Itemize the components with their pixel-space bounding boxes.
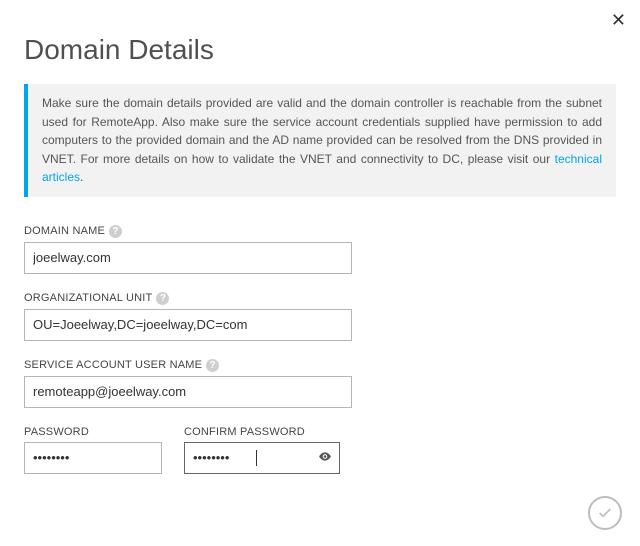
info-text: Make sure the domain details provided ar…: [42, 96, 602, 166]
field-ou: ORGANIZATIONAL UNIT ?: [24, 292, 616, 341]
confirm-password-input[interactable]: [184, 442, 340, 474]
close-icon[interactable]: ✕: [611, 10, 626, 31]
service-account-input[interactable]: [24, 376, 352, 408]
reveal-password-icon[interactable]: [318, 449, 332, 466]
info-text-tail: .: [80, 170, 83, 184]
field-service-account: SERVICE ACCOUNT USER NAME ?: [24, 359, 616, 408]
domain-name-input[interactable]: [24, 242, 352, 274]
info-banner: Make sure the domain details provided ar…: [24, 84, 616, 197]
confirm-password-label: CONFIRM PASSWORD: [184, 426, 305, 438]
domain-name-label: DOMAIN NAME: [24, 225, 105, 237]
help-icon[interactable]: ?: [156, 292, 169, 305]
field-confirm-password: CONFIRM PASSWORD: [184, 426, 340, 474]
text-caret: [256, 450, 257, 466]
check-icon: [597, 505, 613, 521]
password-row: PASSWORD CONFIRM PASSWORD: [24, 426, 616, 492]
ok-button[interactable]: [588, 496, 622, 530]
password-label: PASSWORD: [24, 426, 89, 438]
help-icon[interactable]: ?: [109, 225, 122, 238]
service-account-label: SERVICE ACCOUNT USER NAME: [24, 359, 202, 371]
domain-form: DOMAIN NAME ? ORGANIZATIONAL UNIT ? SERV…: [24, 225, 616, 492]
help-icon[interactable]: ?: [206, 359, 219, 372]
field-domain-name: DOMAIN NAME ?: [24, 225, 616, 274]
field-password: PASSWORD: [24, 426, 162, 474]
page-title: Domain Details: [24, 34, 616, 66]
password-input[interactable]: [24, 442, 162, 474]
ou-input[interactable]: [24, 309, 352, 341]
dialog: Domain Details Make sure the domain deta…: [0, 0, 640, 492]
ou-label: ORGANIZATIONAL UNIT: [24, 292, 152, 304]
